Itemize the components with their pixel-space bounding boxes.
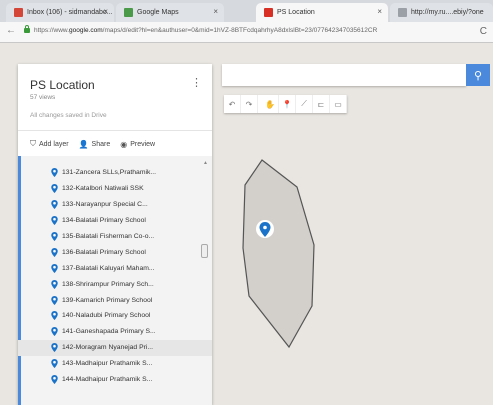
location-pin-icon (51, 216, 58, 226)
directions-icon[interactable]: ▭ (330, 95, 347, 113)
location-marker[interactable] (256, 220, 274, 238)
list-item-label: 139-Kamarich Primary School (62, 296, 153, 304)
list-item[interactable]: 132-Katalbori Natiwali SSK (51, 181, 201, 197)
list-item-label: 133-Narayanpur Special C... (62, 201, 148, 209)
add-person-icon: 👤 (78, 139, 89, 149)
share-button[interactable]: 👤 Share (79, 139, 111, 149)
panel-toolbar: ⛉ Add layer 👤 Share ◉ Preview (30, 139, 155, 149)
measure-ruler-icon[interactable]: ⊏ (313, 95, 330, 113)
map-toolbar: ↶ ↷ ✋ 📍 ⟋ ⊏ ▭ (224, 95, 347, 113)
map-search-input[interactable] (222, 64, 466, 86)
location-pin-icon (51, 375, 58, 385)
add-layer-icon: ⛉ (30, 139, 36, 148)
list-item[interactable]: 131-Zancera SLLs,Prathamik... (51, 165, 201, 181)
preview-label: Preview (130, 140, 156, 148)
list-item-label: 140-Naladubi Primary School (62, 312, 151, 320)
list-item-label: 144-Madhaipur Prathamik S... (62, 376, 153, 384)
location-pin-icon (51, 200, 58, 210)
location-pin-icon (51, 279, 58, 289)
list-item[interactable]: 140-Naladubi Primary School (51, 308, 201, 324)
district-polygon[interactable] (242, 159, 315, 349)
list-item-label: 137-Balatali Kaluyari Maham... (62, 264, 155, 272)
location-pin-icon (51, 168, 58, 178)
location-pin-icon (51, 295, 58, 305)
list-item[interactable]: 142-Moragram Nyanejad Pri...⬙ (18, 339, 212, 356)
list-item-label: 134-Balatali Primary School (62, 217, 146, 225)
list-item-label: 132-Katalbori Natiwali SSK (62, 185, 144, 193)
draw-line-icon[interactable]: ⟋ (296, 95, 313, 113)
list-item[interactable]: 139-Kamarich Primary School (51, 292, 201, 308)
location-pin-icon (51, 359, 58, 369)
search-button[interactable]: ⚲ (466, 64, 490, 86)
list-item[interactable]: 134-Balatali Primary School (51, 213, 201, 229)
list-item-label: 138-Shrirampur Primary Sch... (62, 280, 154, 288)
location-pin-icon (51, 343, 58, 353)
list-item-label: 141-Ganeshapada Primary S... (62, 328, 156, 336)
location-pin-icon (51, 184, 58, 194)
add-layer-label: Add layer (39, 140, 69, 148)
location-pin-icon (51, 263, 58, 273)
eye-icon: ◉ (120, 139, 128, 149)
search-icon: ⚲ (473, 69, 483, 82)
scrollbar-thumb[interactable] (201, 244, 208, 258)
save-status: All changes saved in Drive (30, 112, 107, 119)
list-item-label: 143-Madhaipur Prathamik S... (62, 360, 153, 368)
map-title[interactable]: PS Location (30, 78, 95, 92)
add-layer-button[interactable]: ⛉ Add layer (30, 139, 69, 149)
list-item-label: 131-Zancera SLLs,Prathamik... (62, 169, 157, 177)
list-item-label: 136-Balatali Primary School (62, 248, 146, 256)
location-pin-icon (51, 327, 58, 337)
list-item[interactable]: 136-Balatali Primary School (51, 244, 201, 260)
list-item[interactable]: 141-Ganeshapada Primary S... (51, 324, 201, 340)
scroll-up-arrow-icon[interactable]: ▲ (203, 160, 208, 166)
map-sidebar-panel: PS Location 57 views ⋮ All changes saved… (18, 64, 212, 405)
list-item[interactable]: 133-Narayanpur Special C... (51, 197, 201, 213)
preview-button[interactable]: ◉ Preview (120, 139, 155, 149)
hand-pan-icon[interactable]: ✋ (262, 95, 279, 113)
list-item[interactable]: 143-Madhaipur Prathamik S... (51, 356, 201, 372)
list-item-label: 142-Moragram Nyanejad Pri... (62, 344, 154, 352)
list-item[interactable]: 138-Shrirampur Primary Sch... (51, 276, 201, 292)
divider (18, 130, 212, 131)
place-list: 131-Zancera SLLs,Prathamik... 132-Katalbo… (18, 165, 212, 388)
list-item[interactable]: 144-Madhaipur Prathamik S... (51, 372, 201, 388)
share-label: Share (91, 140, 111, 148)
list-item-label: 135-Balatali Fisherman Co-o... (62, 233, 155, 240)
add-marker-icon[interactable]: 📍 (279, 95, 296, 113)
active-layer-indicator (18, 156, 21, 405)
location-pin-icon (51, 311, 58, 321)
list-item[interactable]: 135-Balatali Fisherman Co-o... (51, 229, 201, 245)
view-count: 57 views (30, 94, 56, 101)
list-item[interactable]: 137-Balatali Kaluyari Maham... (51, 260, 201, 276)
redo-icon[interactable]: ↷ (241, 95, 258, 113)
location-pin-icon (51, 247, 58, 257)
location-pin-icon (51, 232, 58, 241)
undo-icon[interactable]: ↶ (224, 95, 241, 113)
more-vert-icon[interactable]: ⋮ (191, 76, 202, 89)
